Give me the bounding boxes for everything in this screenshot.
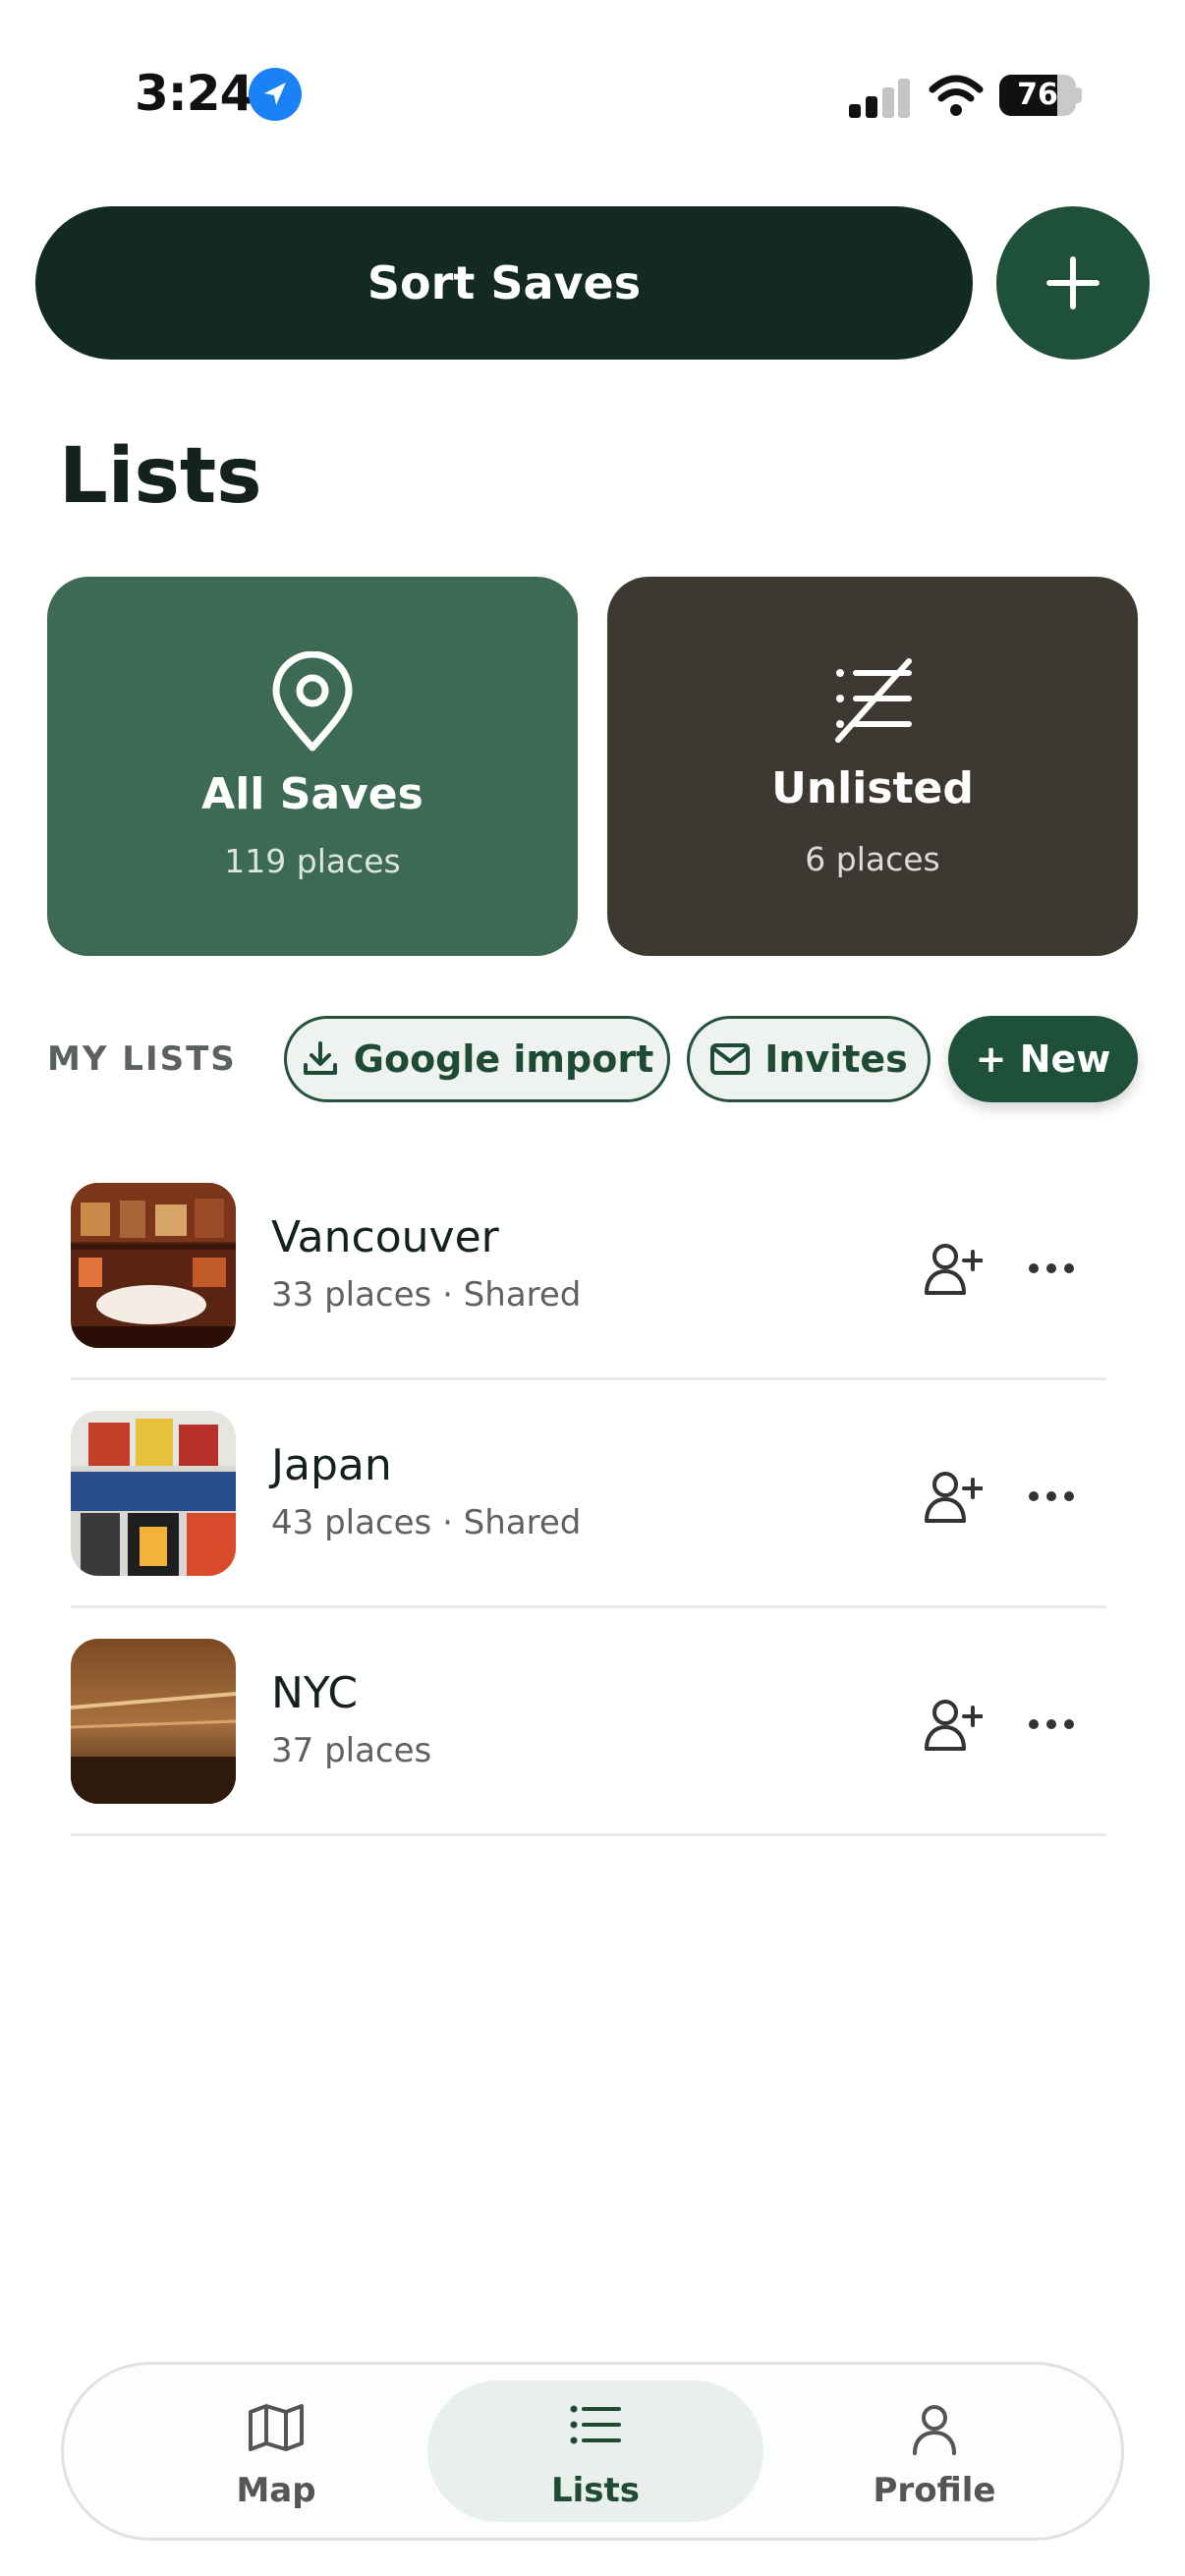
list-icon: [570, 2405, 621, 2444]
download-icon: [303, 1041, 337, 1075]
list-name: Vancouver: [271, 1212, 499, 1262]
map-icon: [249, 2404, 304, 2451]
add-person-icon[interactable]: [922, 1468, 983, 1525]
nav-profile-label: Profile: [873, 2471, 996, 2510]
all-saves-title: All Saves: [201, 769, 423, 819]
invites-button[interactable]: Invites: [687, 1016, 931, 1102]
invites-label: Invites: [764, 1037, 908, 1081]
google-import-label: Google import: [353, 1037, 654, 1081]
more-options-icon[interactable]: [1026, 1252, 1077, 1285]
list-name: NYC: [271, 1668, 359, 1718]
list-item-japan[interactable]: Japan 43 places · Shared: [71, 1379, 1106, 1608]
list-subtitle: 43 places · Shared: [271, 1503, 582, 1542]
battery-indicator: 76: [999, 75, 1082, 116]
list-thumbnail: [71, 1639, 236, 1804]
more-options-icon[interactable]: [1026, 1480, 1077, 1513]
nav-map[interactable]: Map: [108, 2380, 444, 2522]
unlisted-card[interactable]: Unlisted 6 places: [607, 577, 1138, 956]
google-import-button[interactable]: Google import: [284, 1016, 670, 1102]
unlisted-count: 6 places: [805, 840, 940, 878]
list-name: Japan: [271, 1440, 392, 1490]
list-thumbnail: [71, 1183, 236, 1348]
list-item-vancouver[interactable]: Vancouver 33 places · Shared: [71, 1151, 1106, 1380]
bottom-nav: Map Lists Profile: [61, 2362, 1124, 2541]
my-lists-heading: MY LISTS: [47, 1039, 237, 1079]
battery-level: 76: [1017, 78, 1058, 112]
list-item-nyc[interactable]: NYC 37 places: [71, 1607, 1106, 1836]
person-icon: [913, 2405, 956, 2455]
list-subtitle: 33 places · Shared: [271, 1275, 582, 1315]
add-button[interactable]: [996, 206, 1150, 360]
all-saves-card[interactable]: All Saves 119 places: [47, 577, 578, 956]
list-subtitle: 37 places: [271, 1731, 432, 1770]
list-thumbnail: [71, 1411, 236, 1576]
all-saves-count: 119 places: [224, 842, 401, 880]
map-pin-icon: [272, 651, 353, 752]
unlisted-title: Unlisted: [771, 763, 974, 813]
cellular-signal-icon: [847, 77, 910, 118]
nav-profile[interactable]: Profile: [766, 2380, 1102, 2522]
plus-icon: [1046, 256, 1100, 309]
unlisted-icon: [835, 658, 912, 743]
nav-lists[interactable]: Lists: [427, 2380, 763, 2522]
wifi-icon: [929, 74, 984, 117]
nav-lists-label: Lists: [550, 2471, 641, 2510]
page-title: Lists: [59, 432, 262, 521]
add-person-icon[interactable]: [922, 1696, 983, 1753]
status-time: 3:24: [135, 65, 254, 122]
sort-saves-button[interactable]: Sort Saves: [35, 206, 973, 360]
nav-map-label: Map: [236, 2471, 316, 2510]
more-options-icon[interactable]: [1026, 1708, 1077, 1741]
add-person-icon[interactable]: [922, 1240, 983, 1297]
new-list-button[interactable]: + New: [948, 1016, 1138, 1102]
location-arrow-icon: [249, 68, 302, 121]
mail-icon: [710, 1043, 751, 1075]
